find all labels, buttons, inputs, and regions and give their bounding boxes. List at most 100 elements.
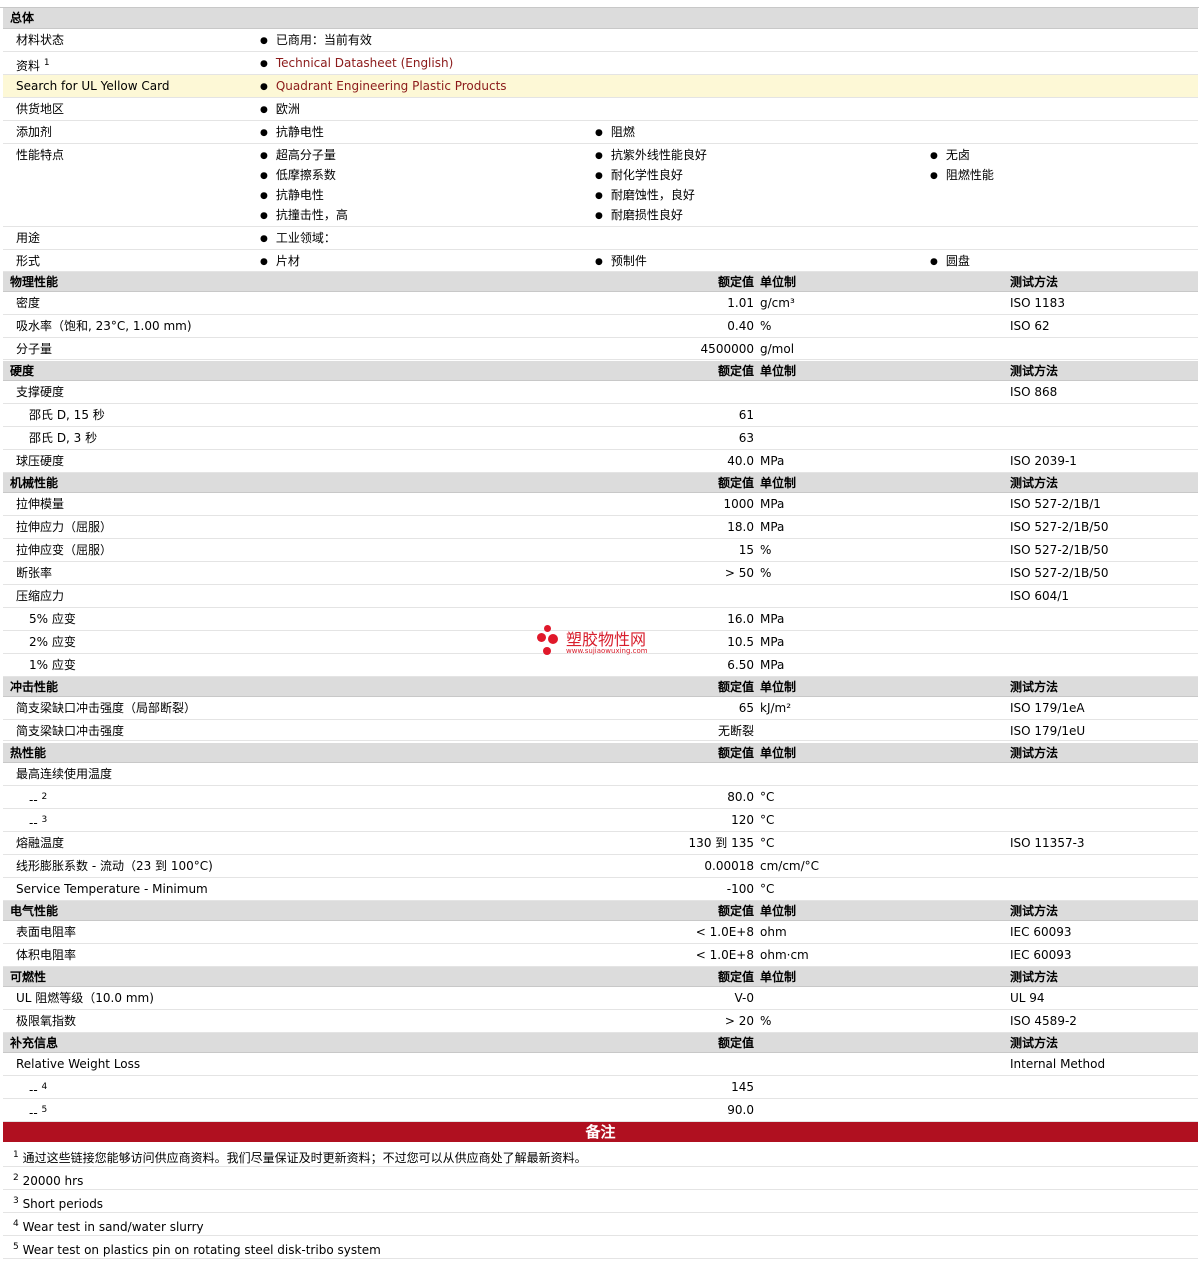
table-row: 表面电阻率 < 1.0E+8 ohm IEC 60093 — [3, 921, 1198, 944]
row-features: 性能特点 超高分子量 低摩擦系数 抗静电性 抗撞击性，高 抗紫外线性能良好 耐化… — [3, 144, 1198, 227]
row-label: 分子量 — [16, 339, 52, 359]
row-label-text: 2% 应变 — [29, 635, 76, 649]
row-label: 性能特点 — [16, 148, 65, 162]
section-title: 补充信息 — [10, 1036, 59, 1050]
note-text: 2 20000 hrs — [13, 1168, 83, 1191]
row-label: 拉伸应力（屈服） — [16, 517, 112, 537]
section-header-hardness: 硬度 额定值 单位制 测试方法 — [3, 361, 1198, 381]
table-row: 邵氏 D, 3 秒 63 — [3, 427, 1198, 450]
footnote-number: 2 — [13, 1173, 19, 1183]
row-method: ISO 868 — [1010, 385, 1058, 399]
row-unit: % — [760, 543, 772, 557]
row-label-text: 线形膨胀系数 - 流动（23 到 100°C) — [16, 859, 213, 873]
section-header-flammability: 可燃性 额定值 单位制 测试方法 — [3, 967, 1198, 987]
list-item: 抗静电性 — [260, 122, 324, 144]
row-unit: ohm·cm — [760, 948, 809, 962]
row-docs: 资料 1 Technical Datasheet (English) — [3, 52, 1198, 75]
section-title: 冲击性能 — [10, 680, 59, 694]
row-label-text: 断张率 — [16, 566, 53, 580]
row-value: 145 — [731, 1080, 754, 1094]
footnote-ref: 5 — [41, 1105, 48, 1115]
technical-datasheet-link[interactable]: Technical Datasheet (English) — [276, 56, 453, 70]
table-row: -- 2 80.0 °C — [3, 786, 1198, 809]
section-title: 物理性能 — [10, 275, 59, 289]
row-unit: MPa — [760, 658, 785, 672]
column-header-value: 额定值 — [717, 275, 754, 289]
row-label: 2% 应变 — [29, 632, 76, 652]
column-header-value: 额定值 — [717, 904, 754, 918]
table-row: 密度 1.01 g/cm³ ISO 1183 — [3, 292, 1198, 315]
column-header-method: 测试方法 — [1010, 970, 1059, 984]
footnote-ref: 2 — [41, 792, 48, 802]
footnote-ref: 4 — [41, 1082, 48, 1092]
column-header-method: 测试方法 — [1010, 680, 1059, 694]
column-header-unit: 单位制 — [760, 904, 797, 918]
row-label-text: 5% 应变 — [29, 612, 76, 626]
row-label-text: 密度 — [16, 296, 41, 310]
row-label: -- 3 — [29, 810, 47, 833]
table-row: 支撑硬度 ISO 868 — [3, 381, 1198, 404]
row-method: ISO 1183 — [1010, 296, 1065, 310]
column-header-unit: 单位制 — [760, 746, 797, 760]
row-label: -- 2 — [29, 787, 47, 810]
row-region: 供货地区 欧洲 — [3, 98, 1198, 121]
row-value: 120 — [731, 813, 754, 827]
row-unit: % — [760, 1014, 772, 1028]
section-title: 总体 — [10, 11, 35, 25]
row-label: 简支梁缺口冲击强度（局部断裂） — [16, 698, 196, 718]
row-label: 极限氧指数 — [16, 1011, 76, 1031]
row-value: 18.0 — [727, 520, 754, 534]
row-method: ISO 4589-2 — [1010, 1014, 1077, 1028]
list-item: 耐磨损性良好 — [595, 205, 683, 227]
table-row: 线形膨胀系数 - 流动（23 到 100°C) 0.00018 cm/cm/°C — [3, 855, 1198, 878]
table-row: 拉伸模量 1000 MPa ISO 527-2/1B/1 — [3, 493, 1198, 516]
column-header-unit: 单位制 — [760, 680, 797, 694]
quadrant-products-link[interactable]: Quadrant Engineering Plastic Products — [276, 79, 507, 93]
table-row: 最高连续使用温度 — [3, 763, 1198, 786]
row-value: 10.5 — [727, 635, 754, 649]
column-header-method: 测试方法 — [1010, 364, 1059, 378]
table-row: 邵氏 D, 15 秒 61 — [3, 404, 1198, 427]
row-unit: % — [760, 566, 772, 580]
row-value: 80.0 — [727, 790, 754, 804]
list-item: 阻燃性能 — [930, 165, 994, 187]
row-value: < 1.0E+8 — [695, 925, 754, 939]
row-method: ISO 62 — [1010, 319, 1050, 333]
table-row: 简支梁缺口冲击强度 无断裂 ISO 179/1eU — [3, 720, 1198, 741]
row-unit: °C — [760, 813, 775, 827]
note-text: 5 Wear test on plastics pin on rotating … — [13, 1237, 381, 1260]
list-item: 抗紫外线性能良好 — [595, 145, 707, 167]
row-label: Search for UL Yellow Card — [16, 79, 170, 93]
row-method: ISO 2039-1 — [1010, 454, 1077, 468]
row-label: 压缩应力 — [16, 586, 64, 606]
row-unit: MPa — [760, 635, 785, 649]
row-label-text: 球压硬度 — [16, 454, 65, 468]
column-header-value: 额定值 — [717, 970, 754, 984]
row-label: 吸水率（饱和, 23°C, 1.00 mm) — [16, 316, 192, 336]
row-method: IEC 60093 — [1010, 925, 1072, 939]
note-text: 1 通过这些链接您能够访问供应商资料。我们尽量保证及时更新资料；不过您可以从供应… — [13, 1145, 587, 1168]
row-label-text: 拉伸应力（屈服） — [16, 520, 113, 534]
row-method: ISO 527-2/1B/50 — [1010, 543, 1109, 557]
row-label: 熔融温度 — [16, 833, 64, 853]
row-label: -- 4 — [29, 1077, 47, 1100]
row-label: UL 阻燃等级（10.0 mm) — [16, 988, 154, 1008]
row-label: -- 5 — [29, 1100, 47, 1123]
column-header-method: 测试方法 — [1010, 275, 1059, 289]
section-title: 机械性能 — [10, 476, 59, 490]
note-content: Wear test in sand/water slurry — [22, 1220, 204, 1234]
table-row: 体积电阻率 < 1.0E+8 ohm·cm IEC 60093 — [3, 944, 1198, 967]
row-value: 6.50 — [727, 658, 754, 672]
row-value: 无断裂 — [717, 724, 754, 738]
section-title: 硬度 — [10, 364, 35, 378]
row-label: 简支梁缺口冲击强度 — [16, 721, 124, 741]
column-header-method: 测试方法 — [1010, 476, 1059, 490]
row-value: < 1.0E+8 — [695, 948, 754, 962]
list-item: 圆盘 — [930, 251, 970, 273]
row-method: ISO 11357-3 — [1010, 836, 1085, 850]
row-value: > 50 — [724, 566, 754, 580]
row-label-text: 邵氏 D, 15 秒 — [29, 408, 105, 422]
row-label-text: 邵氏 D, 3 秒 — [29, 431, 98, 445]
row-method: Internal Method — [1010, 1057, 1106, 1071]
row-value: V-0 — [734, 991, 754, 1005]
